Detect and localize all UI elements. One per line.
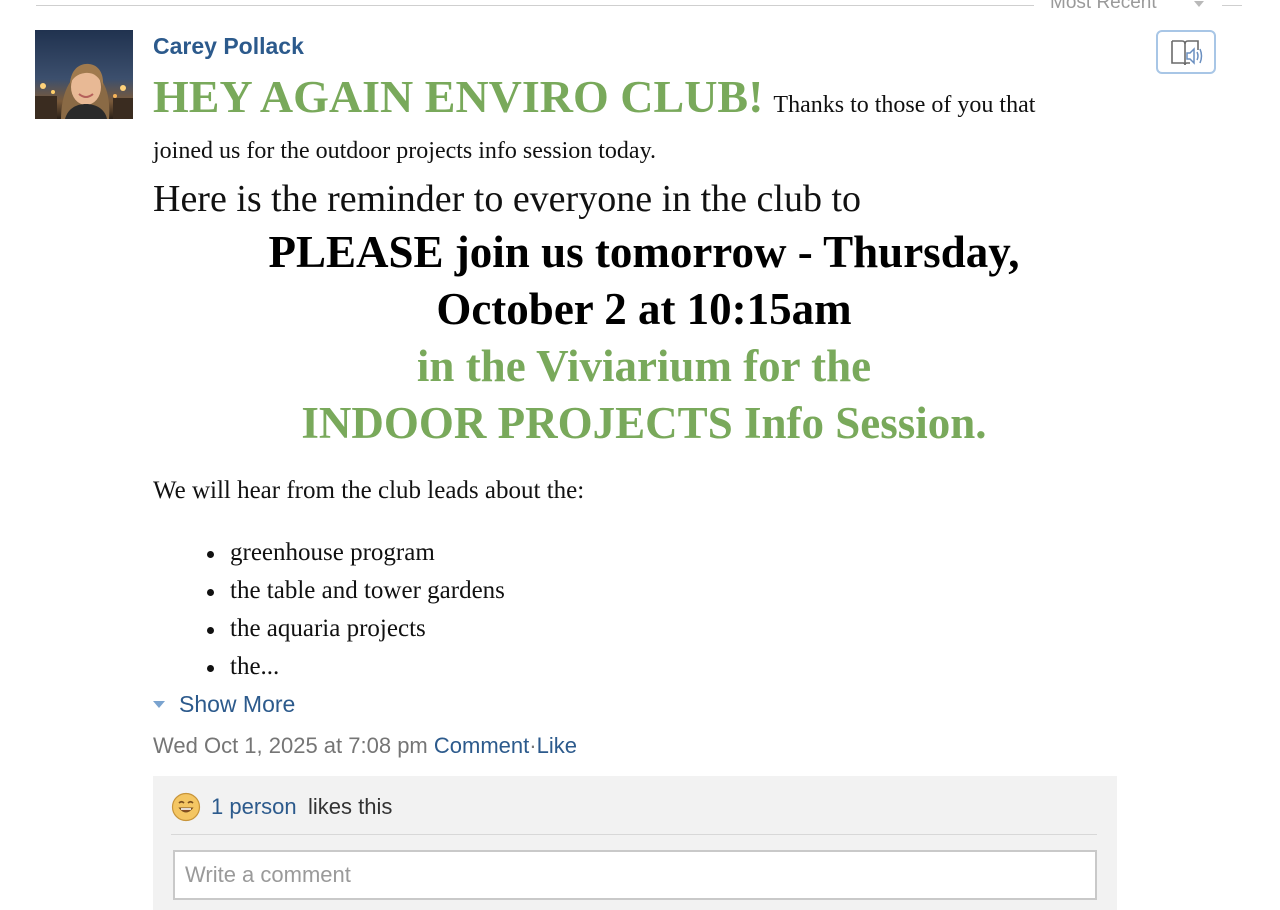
list-item-text: the... <box>230 653 280 680</box>
likes-label: likes this <box>308 794 393 819</box>
divider-line <box>1222 5 1242 6</box>
post-list-intro: We will hear from the club leads about t… <box>153 477 585 504</box>
list-item: greenhouse program <box>153 534 505 572</box>
meta-separator: · <box>529 733 537 758</box>
avatar-photo <box>35 30 133 119</box>
post-event-line: INDOOR PROJECTS Info Session. <box>301 398 987 448</box>
post-headline: HEY AGAIN ENVIRO CLUB! <box>153 71 764 122</box>
list-item-text: greenhouse program <box>230 539 435 566</box>
avatar[interactable] <box>35 30 133 119</box>
author-name-link[interactable]: Carey Pollack <box>153 33 304 60</box>
post-reminder-text: Here is the reminder to everyone in the … <box>153 178 862 220</box>
show-more-link[interactable]: Show More <box>153 691 295 718</box>
post-timestamp: Wed Oct 1, 2025 at 7:08 pm <box>153 733 428 758</box>
list-item: the aquaria projects <box>153 610 505 648</box>
list-item: the table and tower gardens <box>153 572 505 610</box>
post-bullet-list: greenhouse program the table and tower g… <box>153 534 505 686</box>
post-first-line: HEY AGAIN ENVIRO CLUB! Thanks to those of… <box>153 70 1035 123</box>
read-aloud-button[interactable] <box>1156 30 1216 74</box>
like-link[interactable]: Like <box>537 733 577 758</box>
post-intro-text: Thanks to those of you that <box>773 92 1036 118</box>
likes-count-link[interactable]: 1 person <box>211 794 297 820</box>
bullet-icon <box>207 589 214 596</box>
bullet-icon <box>207 665 214 672</box>
list-item-text: the aquaria projects <box>230 615 426 642</box>
triangle-down-icon <box>153 700 165 708</box>
bullet-icon <box>207 551 214 558</box>
divider-line <box>36 5 1034 6</box>
sort-bar: Most Recent <box>0 0 1280 14</box>
feedback-panel: 1 person likes this <box>153 776 1117 910</box>
comment-input[interactable] <box>173 850 1097 900</box>
post-meta: Wed Oct 1, 2025 at 7:08 pm Comment·Like <box>153 733 577 759</box>
list-item: the... <box>153 648 505 686</box>
sort-dropdown-label[interactable]: Most Recent <box>1050 0 1157 14</box>
chevron-down-icon[interactable] <box>1194 1 1204 7</box>
read-aloud-icon <box>1171 40 1203 66</box>
divider-line <box>171 834 1097 835</box>
smiley-icon <box>171 792 201 822</box>
post-event-line: in the Viviarium for the <box>416 341 872 391</box>
post-intro-text-continued: joined us for the outdoor projects info … <box>153 138 657 164</box>
show-more-label: Show More <box>179 691 296 717</box>
list-item-text: the table and tower gardens <box>230 577 505 604</box>
post-event-line: PLEASE join us tomorrow - Thursday, <box>268 227 1020 277</box>
bullet-icon <box>207 627 214 634</box>
comment-link[interactable]: Comment <box>434 733 529 758</box>
post-event-line: October 2 at 10:15am <box>436 284 852 334</box>
